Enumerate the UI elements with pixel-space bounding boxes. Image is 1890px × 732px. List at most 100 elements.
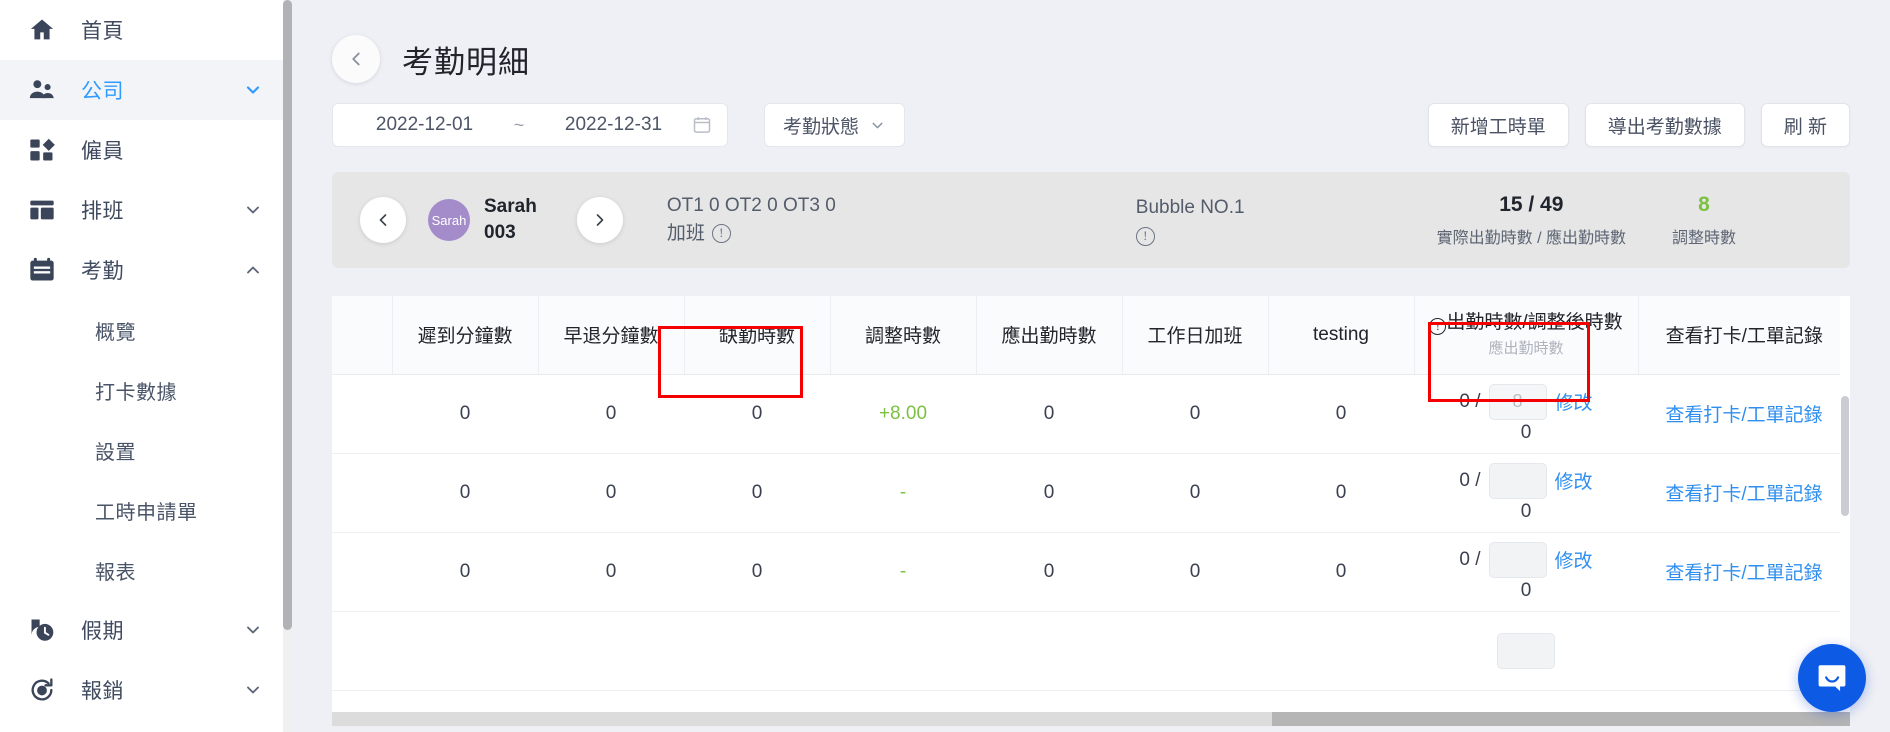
sidebar-item-shift[interactable]: 排班 (0, 180, 292, 240)
view-records-link[interactable]: 查看打卡/工單記錄 (1665, 405, 1822, 426)
sidebar-item-employee[interactable]: 僱員 (0, 120, 292, 180)
col-sub-label: 應出勤時數 (1488, 340, 1564, 358)
chevron-left-icon (379, 214, 387, 226)
stat-adjust-hours: 8 調整時數 (1672, 193, 1736, 248)
sidebar-item-attendance[interactable]: 考勤 (0, 240, 292, 300)
table-row: 0 0 0 - 0 0 0 0 / 修改 0 查看打卡/工單記錄 (332, 532, 1850, 612)
date-range-picker[interactable]: 2022-12-01 ~ 2022-12-31 (332, 103, 728, 147)
calendar-icon[interactable] (691, 115, 713, 135)
bubble-info: Bubble NO.1 ! (1135, 194, 1245, 247)
chat-launcher-button[interactable] (1798, 644, 1866, 712)
hours-prefix: 0 / (1459, 390, 1481, 412)
adjusted-hours-input[interactable] (1488, 462, 1547, 499)
cell-absent-hours: 0 (684, 374, 830, 454)
people-icon (25, 73, 59, 107)
cell-attendance-hours (1414, 611, 1638, 691)
col-adjust-hours: 調整時數 (830, 296, 977, 375)
table-horizontal-scrollbar-track[interactable] (332, 712, 1850, 726)
cell-view-records: 查看打卡/工單記錄 (1638, 453, 1850, 533)
export-attendance-button[interactable]: 導出考勤數據 (1584, 103, 1745, 147)
sidebar-subitem-reports[interactable]: 報表 (0, 540, 292, 600)
chevron-down-icon[interactable] (240, 680, 266, 700)
previous-employee-button[interactable] (360, 197, 406, 243)
add-timesheet-button[interactable]: 新增工時單 (1427, 103, 1569, 147)
hours-prefix: 0 / (1459, 548, 1481, 570)
table-horizontal-scrollbar-rest[interactable] (1272, 712, 1850, 726)
sidebar-item-vacation[interactable]: 假期 (0, 600, 292, 660)
sidebar-subitem-overview[interactable]: 概覽 (0, 300, 292, 360)
cell-due-hours (976, 611, 1122, 691)
bubble-label: Bubble NO.1 (1135, 196, 1245, 218)
svg-text:$: $ (40, 689, 44, 696)
cell-due-hours: 0 (976, 453, 1122, 533)
overtime-summary: OT1 0 OT2 0 OT3 0 加班 ! (667, 192, 836, 247)
hours-below-value: 0 (1520, 421, 1532, 443)
info-icon[interactable]: ! (711, 224, 731, 244)
cell-attendance-hours: 0 / 修改 0 (1414, 374, 1638, 454)
date-end-input[interactable]: 2022-12-31 (536, 114, 691, 136)
sidebar-item-label: 報表 (95, 561, 136, 584)
toolbar: 2022-12-01 ~ 2022-12-31 考勤狀態 新增工時單 導出考勤數… (292, 94, 1890, 156)
table-row: 0 0 0 +8.00 0 0 0 0 / 修改 (332, 374, 1850, 454)
grid-icon (25, 133, 59, 167)
table-header-row: 遲到分鐘數 早退分鐘數 缺勤時數 調整時數 應出勤時數 工作日加班 testin… (332, 296, 1850, 375)
cell-absent-hours: 0 (684, 453, 830, 533)
sidebar-item-label: 工時申請單 (95, 501, 198, 524)
cell-adjust-hours: +8.00 (830, 374, 976, 454)
refresh-button[interactable]: 刷 新 (1760, 103, 1850, 147)
cell-testing (1268, 611, 1414, 691)
cell-adjust-hours (830, 611, 976, 691)
sidebar-item-reimbursement[interactable]: $ 報銷 (0, 660, 292, 720)
attendance-status-select[interactable]: 考勤狀態 (764, 103, 906, 147)
attendance-table: 遲到分鐘數 早退分鐘數 缺勤時數 調整時數 應出勤時數 工作日加班 testin… (332, 296, 1850, 691)
edit-hours-link[interactable]: 修改 (1555, 467, 1593, 494)
table-vertical-scrollbar-thumb[interactable] (1841, 396, 1849, 516)
page-header: 考勤明細 (292, 0, 1890, 94)
sidebar-subitem-settings[interactable]: 設置 (0, 420, 292, 480)
view-records-link[interactable]: 查看打卡/工單記錄 (1665, 563, 1822, 584)
cell-partial (332, 453, 392, 533)
attendance-table-container: 遲到分鐘數 早退分鐘數 缺勤時數 調整時數 應出勤時數 工作日加班 testin… (332, 296, 1850, 726)
cell-workday-overtime (1122, 611, 1268, 691)
cell-testing: 0 (1268, 453, 1414, 533)
adjusted-hours-input[interactable] (1488, 383, 1547, 420)
stat-value: 8 (1698, 192, 1710, 216)
sidebar-subitem-punch-data[interactable]: 打卡數據 (0, 360, 292, 420)
chevron-down-icon[interactable] (240, 620, 266, 640)
sidebar-scrollbar-thumb[interactable] (283, 0, 292, 630)
sidebar-item-home[interactable]: 首頁 (0, 0, 292, 60)
col-testing: testing (1268, 296, 1415, 375)
adjusted-hours-input[interactable] (1488, 541, 1547, 578)
stat-caption: 實際出勤時數 / 應出勤時數 (1436, 229, 1626, 247)
sidebar-scrollbar-track[interactable] (283, 0, 292, 732)
cell-absent-hours: 0 (684, 532, 830, 612)
chevron-down-icon[interactable] (240, 80, 266, 100)
sidebar-subitem-timesheet-request[interactable]: 工時申請單 (0, 480, 292, 540)
col-early-leave-minutes: 早退分鐘數 (538, 296, 685, 375)
cell-partial (332, 374, 392, 454)
cell-workday-overtime: 0 (1122, 374, 1268, 454)
info-icon[interactable]: ! (1429, 317, 1447, 335)
next-employee-button[interactable] (576, 197, 623, 243)
chevron-right-icon (596, 214, 604, 226)
sidebar-item-company[interactable]: 公司 (0, 60, 292, 120)
sidebar: 首頁 公司 僱員 排班 考勤 概覽 打卡數據 設置 工時申請單 報表 假期 $ … (0, 0, 292, 732)
col-view-records: 查看打卡/工單記錄 (1638, 296, 1850, 375)
date-start-input[interactable]: 2022-12-01 (347, 114, 502, 136)
table-horizontal-scrollbar-thumb[interactable] (332, 712, 1272, 726)
adjusted-hours-input[interactable] (1497, 632, 1555, 669)
cell-workday-overtime: 0 (1122, 453, 1268, 533)
info-icon[interactable]: ! (1135, 227, 1155, 247)
sidebar-item-payroll[interactable]: 薪酬 (0, 720, 292, 732)
sidebar-item-label: 假期 (81, 620, 124, 643)
hours-prefix: 0 / (1459, 469, 1481, 491)
view-records-link[interactable]: 查看打卡/工單記錄 (1665, 484, 1822, 505)
chevron-down-icon[interactable] (240, 200, 266, 220)
date-range-separator: ~ (513, 114, 525, 135)
cell-adjust-hours: - (830, 453, 976, 533)
hours-below-value: 0 (1520, 579, 1532, 601)
edit-hours-link[interactable]: 修改 (1555, 388, 1593, 415)
edit-hours-link[interactable]: 修改 (1555, 546, 1593, 573)
chevron-up-icon[interactable] (240, 260, 266, 280)
back-button[interactable] (332, 35, 380, 83)
